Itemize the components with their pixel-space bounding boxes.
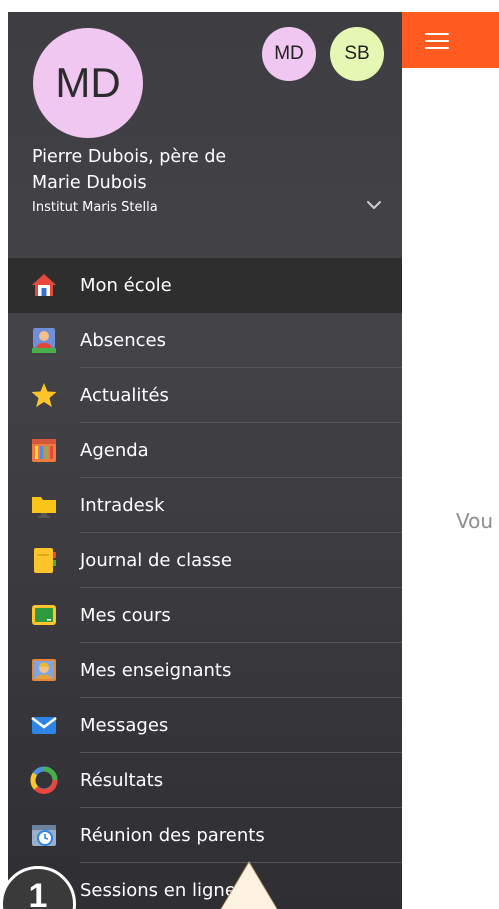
avatar: MD <box>33 28 143 138</box>
menu-item-agenda[interactable]: Agenda <box>8 423 402 478</box>
star-icon <box>31 383 57 407</box>
user-name: Pierre Dubois, père de Marie Dubois <box>32 144 282 196</box>
menu-item-label: Mes cours <box>80 605 171 626</box>
navigation-drawer: MD MD SB Pierre Dubois, père de Marie Du… <box>8 12 402 909</box>
menu-item-label: Absences <box>80 330 166 351</box>
menu-item-journal-de-classe[interactable]: Journal de classe <box>8 533 402 588</box>
menu-item-mes-cours[interactable]: Mes cours <box>8 588 402 643</box>
folder-icon <box>32 497 56 518</box>
user-name-line2: Marie Dubois <box>32 173 147 193</box>
main-content-text: Vou <box>456 509 494 533</box>
meeting-clock-icon <box>32 825 56 846</box>
menu-item-actualites[interactable]: Actualités <box>8 368 402 423</box>
menu-item-label: Résultats <box>80 770 164 791</box>
app-top-bar <box>401 12 499 68</box>
tutorial-pointer <box>219 863 279 909</box>
menu-item-intradesk[interactable]: Intradesk <box>8 478 402 533</box>
menu-item-label: Sessions en ligne <box>80 880 236 901</box>
menu-item-resultats[interactable]: Résultats <box>8 753 402 808</box>
chevron-down-icon[interactable] <box>365 196 383 214</box>
house-icon <box>32 274 56 296</box>
menu-item-label: Réunion des parents <box>80 825 265 846</box>
account-switch-sb[interactable]: SB <box>330 27 384 81</box>
menu-item-label: Mes enseignants <box>80 660 232 681</box>
student-absence-icon <box>32 328 56 353</box>
drawer-header: MD MD SB Pierre Dubois, père de Marie Du… <box>8 12 402 258</box>
menu-item-absences[interactable]: Absences <box>8 313 402 368</box>
school-name: Institut Maris Stella <box>32 200 158 215</box>
menu-item-label: Agenda <box>80 440 149 461</box>
drawer-menu: Mon école Absences Actualités Agenda Int… <box>8 258 402 909</box>
menu-item-label: Actualités <box>80 385 169 406</box>
account-switch-md[interactable]: MD <box>262 27 316 81</box>
menu-item-label: Journal de classe <box>80 550 232 571</box>
chalkboard-icon <box>32 605 56 625</box>
menu-item-mon-ecole[interactable]: Mon école <box>8 258 402 313</box>
menu-item-label: Mon école <box>80 275 172 296</box>
menu-item-reunion-des-parents[interactable]: Réunion des parents <box>8 808 402 863</box>
menu-item-label: Intradesk <box>80 495 165 516</box>
phone-screen: Vou MD MD SB Pierre Dubois, père de Mari… <box>0 0 499 909</box>
calendar-icon <box>32 439 56 462</box>
menu-item-mes-enseignants[interactable]: Mes enseignants <box>8 643 402 698</box>
teacher-icon <box>32 659 56 681</box>
user-name-line1: Pierre Dubois, père de <box>32 147 227 167</box>
hamburger-icon[interactable] <box>425 33 449 50</box>
notebook-icon <box>34 548 56 573</box>
menu-item-messages[interactable]: Messages <box>8 698 402 753</box>
envelope-icon <box>31 717 57 734</box>
menu-item-label: Messages <box>80 715 169 736</box>
results-ring-icon <box>30 766 58 794</box>
